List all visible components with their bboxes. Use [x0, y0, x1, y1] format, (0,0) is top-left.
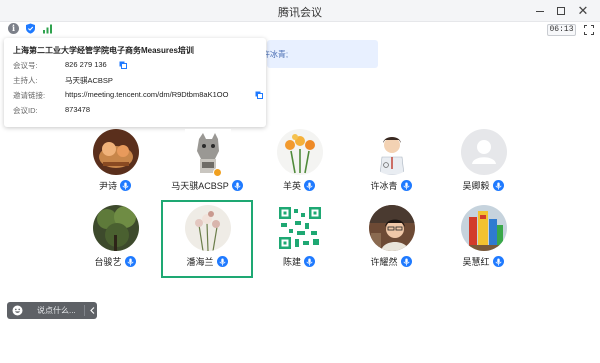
chat-divider [84, 305, 85, 316]
meeting-id-label: 会议ID: [13, 106, 38, 115]
avatar [93, 205, 139, 251]
avatar [369, 205, 415, 251]
participant-tile[interactable]: 陈建 [253, 200, 345, 278]
participant-name: 尹诗 [98, 181, 117, 191]
avatar [461, 205, 507, 251]
avatar [185, 129, 231, 175]
mic-icon [304, 180, 315, 191]
participant-name: 陈建 [282, 257, 301, 267]
invite-link-label: 邀请链接: [13, 91, 46, 100]
copy-link-icon[interactable] [255, 91, 263, 99]
participant-name: 吴卿毅 [462, 181, 490, 191]
mic-icon [216, 256, 228, 267]
participant-tile[interactable]: 许耀然 [345, 200, 437, 278]
chat-input-bar[interactable]: 说点什么... [7, 302, 97, 319]
close-button[interactable]: ✕ [575, 3, 591, 19]
participant-tile[interactable]: 许冰青 [345, 124, 437, 202]
participant-name: 许耀然 [370, 257, 398, 267]
participant-name: 台骏艺 [94, 257, 122, 267]
invite-link-row: 邀请链接: https://meeting.tencent.com/dm/R9D… [13, 90, 263, 102]
mic-icon [492, 256, 504, 267]
meeting-id-value: 873478 [65, 105, 91, 114]
copy-icon[interactable] [119, 61, 127, 69]
mic-icon [400, 180, 412, 191]
title-bar: 腾讯会议 ✕ [0, 0, 600, 22]
meeting-number-value: 826 279 136 [65, 60, 107, 69]
meeting-number-row: 会议号: 826 279 136 [13, 60, 263, 72]
mic-icon [231, 180, 243, 191]
avatar [277, 205, 323, 251]
minimize-button[interactable] [532, 3, 548, 19]
avatar [369, 129, 415, 175]
invite-link-value[interactable]: https://meeting.tencent.com/dm/R9Dtbm8aK… [65, 90, 228, 99]
shield-icon[interactable] [25, 23, 36, 34]
participant-tile[interactable]: 吴卿毅 [437, 124, 529, 202]
mic-icon [120, 180, 131, 191]
participant-tile[interactable]: 台骏艺 [69, 200, 161, 278]
mic-icon [400, 256, 412, 267]
fullscreen-icon[interactable] [584, 25, 594, 35]
maximize-button[interactable] [553, 3, 569, 19]
host-label: 主持人: [13, 76, 38, 85]
host-row: 主持人: 马天骐ACBSP [13, 75, 263, 87]
avatar [277, 129, 323, 175]
meeting-info-popup: 上海第二工业大学经管学院电子商务Measures培训 会议号: 826 279 … [4, 38, 266, 127]
participant-tile[interactable]: 马天骐ACBSP [161, 124, 253, 202]
meeting-number-label: 会议号: [13, 61, 38, 70]
collapse-chat-button[interactable] [88, 302, 96, 319]
minimize-icon [536, 10, 544, 12]
host-badge-icon [213, 168, 222, 177]
window-title: 腾讯会议 [278, 7, 322, 19]
mic-icon [304, 256, 315, 267]
participant-name: 潘海兰 [186, 257, 214, 267]
meeting-id-row: 会议ID: 873478 [13, 105, 263, 117]
avatar [185, 205, 231, 251]
avatar [461, 129, 507, 175]
speaking-banner: 正在讲话: 潘海兰; 许冰青; [197, 40, 378, 68]
mic-icon [492, 180, 504, 191]
host-value: 马天骐ACBSP [65, 76, 113, 85]
chevron-left-icon [89, 307, 94, 314]
info-icon[interactable]: i [8, 23, 19, 34]
meeting-title: 上海第二工业大学经管学院电子商务Measures培训 [13, 46, 194, 55]
meeting-toolbar: i 06:13 [0, 22, 600, 39]
emoji-icon[interactable] [12, 305, 23, 316]
signal-icon[interactable] [42, 23, 53, 34]
participant-tile[interactable]: 羊英 [253, 124, 345, 202]
participant-name: 马天骐ACBSP [171, 181, 229, 191]
participant-tile-active[interactable]: 潘海兰 [161, 200, 253, 278]
meeting-timer: 06:13 [547, 24, 576, 36]
participant-name: 羊英 [282, 181, 301, 191]
close-icon: ✕ [577, 3, 589, 18]
participant-name: 许冰青 [370, 181, 398, 191]
avatar [93, 129, 139, 175]
participant-tile[interactable]: 吴慧红 [437, 200, 529, 278]
mic-icon [124, 256, 136, 267]
participant-tile[interactable]: 尹诗 [69, 124, 161, 202]
participant-name: 吴慧红 [462, 257, 490, 267]
maximize-icon [557, 7, 565, 15]
chat-placeholder[interactable]: 说点什么... [37, 305, 76, 316]
